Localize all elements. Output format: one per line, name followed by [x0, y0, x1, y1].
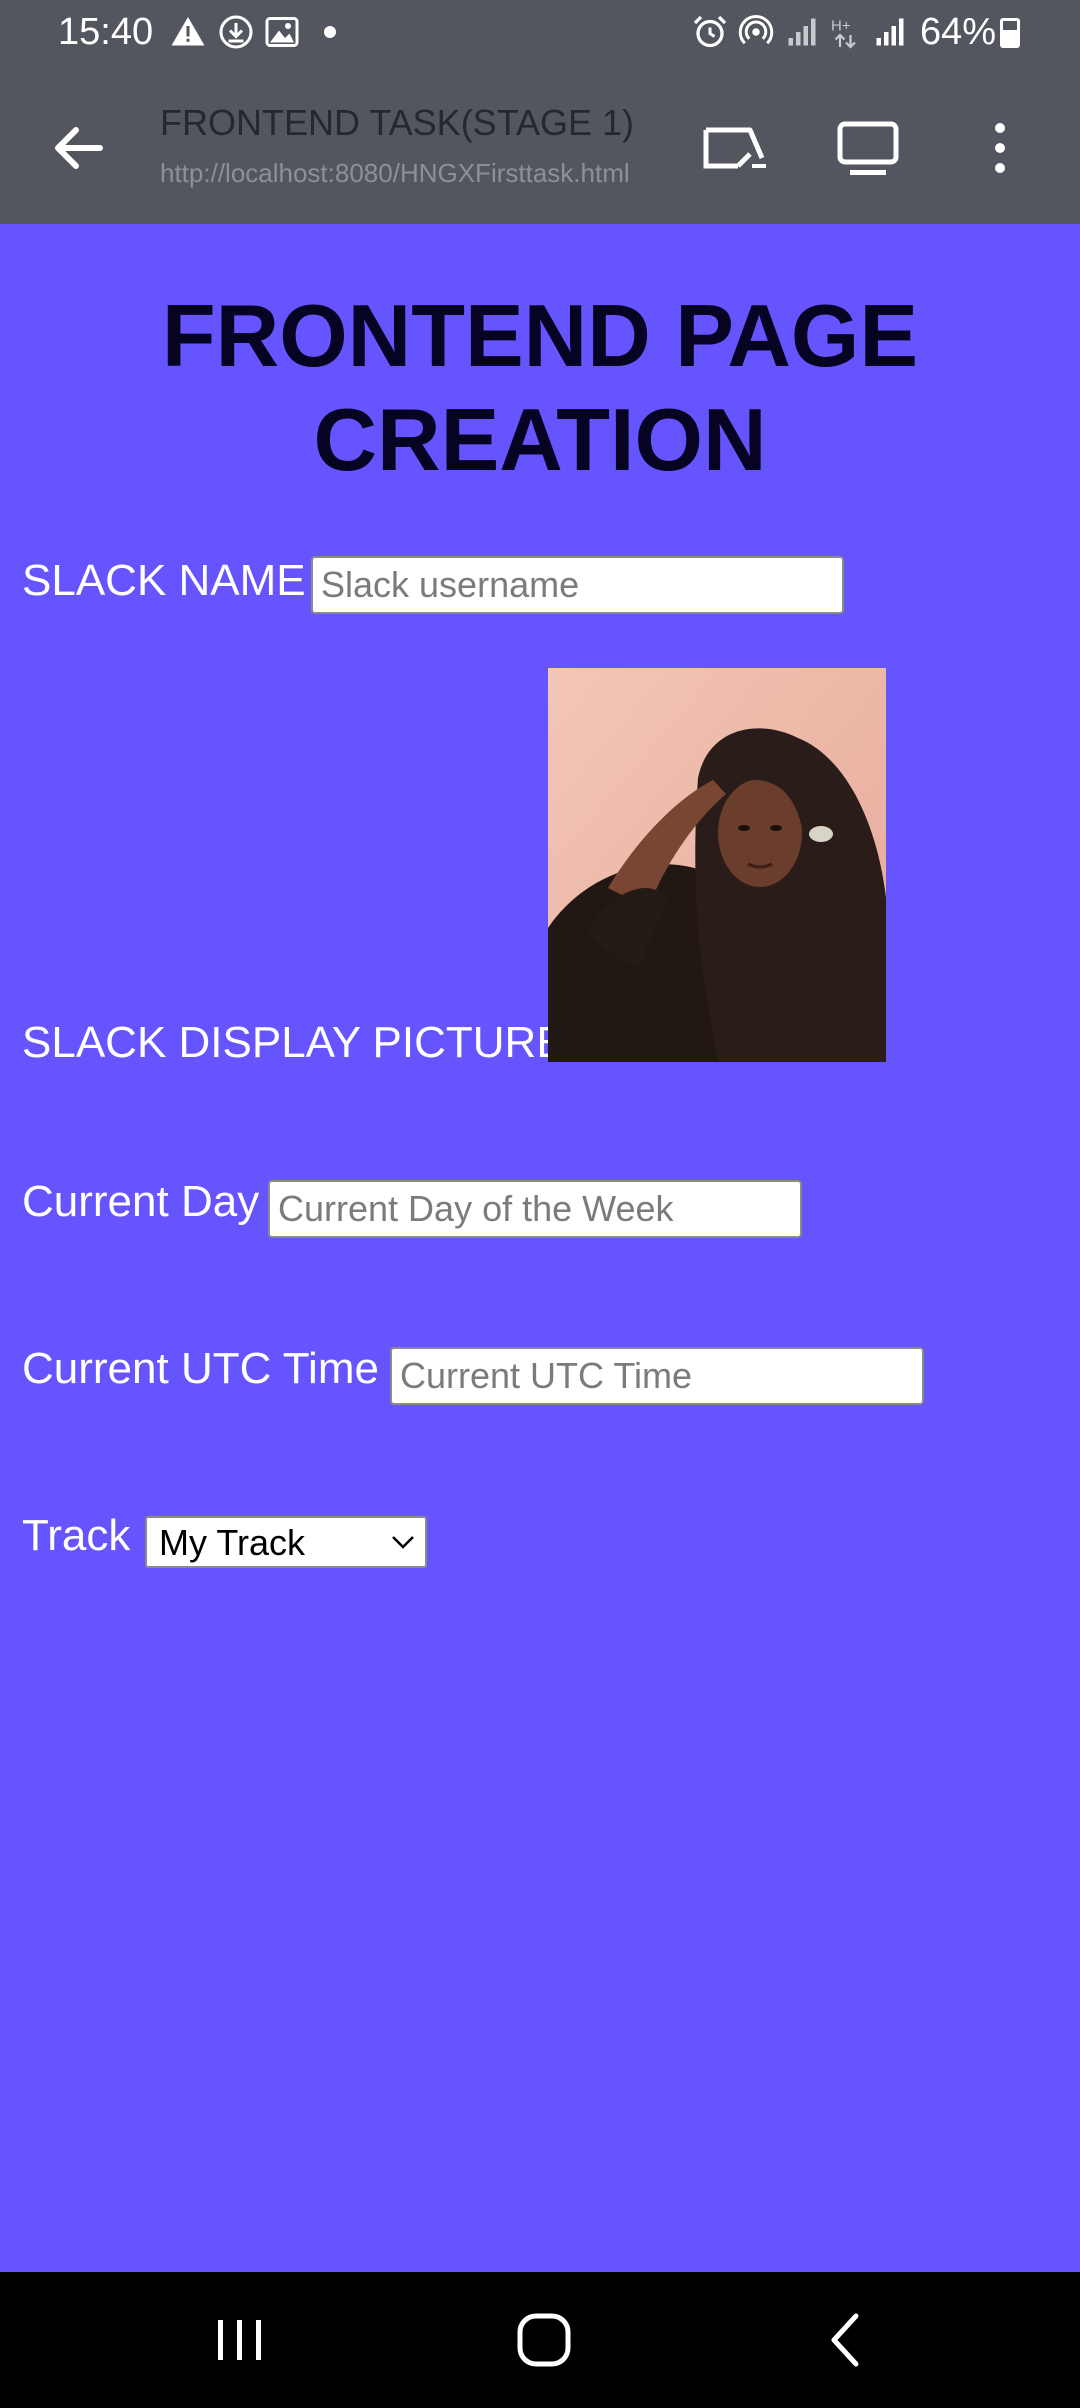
alarm-icon	[693, 15, 727, 48]
battery-icon	[1000, 18, 1020, 48]
notification-dot-icon	[324, 26, 336, 38]
utc-time-input[interactable]	[390, 1347, 924, 1405]
track-select[interactable]: My Track	[145, 1516, 427, 1568]
page-content: FRONTEND PAGE CREATION SLACK NAME SLACK …	[0, 224, 1080, 2272]
desktop-icon[interactable]	[828, 108, 908, 188]
hotspot-icon	[738, 15, 774, 45]
track-select-value: My Track	[159, 1522, 306, 1563]
back-icon[interactable]	[806, 2300, 886, 2380]
status-time: 15:40	[58, 11, 154, 53]
more-vert-icon[interactable]	[960, 108, 1040, 188]
slack-display-picture	[548, 668, 886, 1062]
image-icon	[265, 17, 299, 47]
utc-time-label: Current UTC Time	[22, 1344, 379, 1393]
browser-toolbar: FRONTEND TASK(STAGE 1) http://localhost:…	[0, 64, 1080, 224]
home-icon[interactable]	[504, 2300, 584, 2380]
system-nav-bar	[0, 2272, 1080, 2408]
current-day-label: Current Day	[22, 1177, 260, 1226]
page-heading: FRONTEND PAGE CREATION	[161, 286, 919, 489]
svg-text:H+: H+	[831, 18, 851, 35]
cast-icon[interactable]	[692, 108, 772, 188]
recents-icon[interactable]	[200, 2300, 280, 2380]
download-icon	[219, 15, 253, 49]
page-url[interactable]: http://localhost:8080/HNGXFirsttask.html	[160, 156, 660, 190]
data-icon: H+	[831, 18, 856, 49]
chevron-down-icon	[392, 1536, 414, 1549]
current-day-input[interactable]	[268, 1180, 802, 1238]
slack-name-label: SLACK NAME	[22, 556, 306, 605]
back-arrow-icon[interactable]	[40, 108, 120, 188]
display-picture-label: SLACK DISPLAY PICTURE	[22, 1018, 566, 1067]
track-label: Track	[22, 1511, 131, 1560]
status-bar: 15:40 H+ 64%	[0, 0, 1080, 64]
signal-icon	[876, 18, 904, 46]
page-title: FRONTEND TASK(STAGE 1)	[160, 102, 635, 143]
warning-icon	[171, 17, 205, 46]
slack-name-input[interactable]	[311, 556, 844, 614]
battery-percent: 64%	[920, 11, 997, 53]
signal-icon	[788, 18, 816, 46]
